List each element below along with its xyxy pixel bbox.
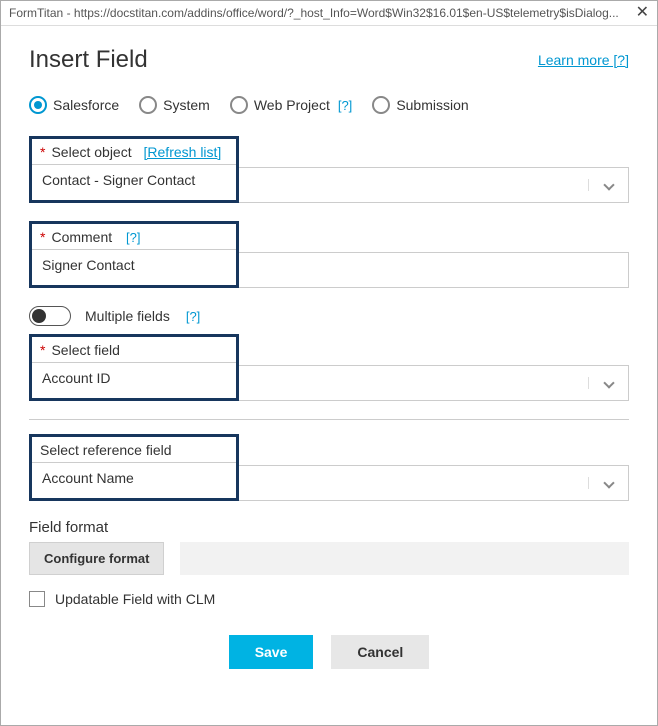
radio-icon	[230, 96, 248, 114]
select-field-dropdown[interactable]	[239, 365, 629, 401]
tab-label: Web Project	[254, 97, 330, 113]
select-field-value[interactable]: Account ID	[32, 362, 236, 398]
required-icon: *	[40, 229, 45, 245]
select-ref-highlight: Select reference field Account Name	[29, 434, 239, 501]
select-field-highlight: * Select field Account ID	[29, 334, 239, 401]
page-title: Insert Field	[29, 46, 148, 74]
field-format-label: Field format	[29, 519, 629, 536]
updatable-label: Updatable Field with CLM	[55, 591, 215, 607]
save-button[interactable]: Save	[229, 635, 314, 669]
learn-more-link[interactable]: Learn more [?]	[538, 52, 629, 68]
select-object-value[interactable]: Contact - Signer Contact	[32, 164, 236, 200]
help-icon[interactable]: [?]	[186, 309, 200, 324]
select-field-label: Select field	[51, 342, 119, 358]
source-tabs: Salesforce System Web Project [?] Submis…	[29, 96, 629, 114]
close-icon[interactable]: ✕	[636, 5, 649, 21]
configure-format-button[interactable]: Configure format	[29, 542, 164, 575]
select-ref-label: Select reference field	[40, 442, 172, 458]
chevron-down-icon	[603, 377, 615, 389]
select-object-dropdown[interactable]	[239, 167, 629, 203]
cancel-button[interactable]: Cancel	[331, 635, 429, 669]
select-ref-dropdown[interactable]	[239, 465, 629, 501]
tab-label: Submission	[396, 97, 468, 113]
window-title: FormTitan - https://docstitan.com/addins…	[9, 6, 628, 20]
required-icon: *	[40, 342, 45, 358]
comment-highlight: * Comment [?] Signer Contact	[29, 221, 239, 288]
tab-system[interactable]: System	[139, 96, 210, 114]
dialog-body: Insert Field Learn more [?] Salesforce S…	[1, 26, 657, 689]
chevron-down-icon	[603, 477, 615, 489]
multiple-fields-toggle[interactable]	[29, 306, 71, 326]
tab-submission[interactable]: Submission	[372, 96, 468, 114]
multiple-fields-label: Multiple fields	[85, 308, 170, 324]
field-format-display	[180, 542, 629, 575]
help-icon[interactable]: [?]	[126, 230, 140, 245]
radio-icon	[139, 96, 157, 114]
chevron-down-icon	[603, 179, 615, 191]
toggle-knob-icon	[32, 309, 46, 323]
updatable-checkbox[interactable]	[29, 591, 45, 607]
tab-salesforce[interactable]: Salesforce	[29, 96, 119, 114]
titlebar: FormTitan - https://docstitan.com/addins…	[1, 1, 657, 26]
refresh-list-link[interactable]: [Refresh list]	[144, 144, 222, 160]
select-object-highlight: * Select object [Refresh list] Contact -…	[29, 136, 239, 203]
divider	[29, 419, 629, 420]
required-icon: *	[40, 144, 45, 160]
comment-input-ext[interactable]	[239, 252, 629, 288]
select-object-label: Select object	[51, 144, 131, 160]
radio-selected-icon	[29, 96, 47, 114]
tab-label: Salesforce	[53, 97, 119, 113]
tab-web-project[interactable]: Web Project [?]	[230, 96, 352, 114]
help-icon[interactable]: [?]	[338, 98, 352, 113]
tab-label: System	[163, 97, 210, 113]
comment-label: Comment	[51, 229, 112, 245]
select-ref-value[interactable]: Account Name	[32, 462, 236, 498]
comment-input[interactable]: Signer Contact	[32, 249, 236, 285]
radio-icon	[372, 96, 390, 114]
